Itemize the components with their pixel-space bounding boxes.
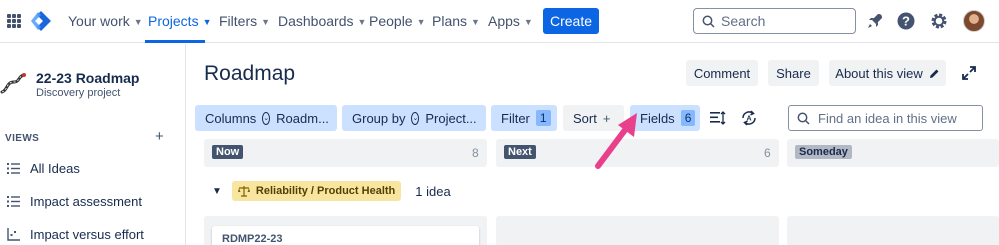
filter-label: Filter <box>501 110 530 126</box>
idea-search-placeholder: Find an idea in this view <box>818 110 957 126</box>
sidebar-view-label: Impact assessment <box>30 194 142 209</box>
chevron-down-icon[interactable]: ▼ <box>212 186 222 197</box>
global-search-placeholder: Search <box>721 13 766 29</box>
chevron-down-icon: ▼ <box>357 16 367 27</box>
search-icon <box>797 112 810 125</box>
column-count: 6 <box>764 146 771 160</box>
sidebar-view-impact-versus-effort[interactable]: Impact versus effort <box>7 227 144 242</box>
chevron-circle-icon: ⌄ <box>262 111 271 125</box>
group-by-label: Group by <box>352 110 406 126</box>
group-row-reliability[interactable]: ▼ Reliability / Product Health 1 idea <box>212 181 451 201</box>
nav-dashboards[interactable]: Dashboards ▼ <box>278 13 366 29</box>
list-icon <box>7 163 20 174</box>
group-lozenge: Reliability / Product Health <box>231 181 402 201</box>
nav-dashboards-label: Dashboards <box>278 13 354 29</box>
top-navigation: Your work ▼ Projects ▼ Filters ▼ Dashboa… <box>0 0 999 43</box>
column-label: Someday <box>795 145 852 159</box>
matrix-icon <box>7 228 20 241</box>
filter-count-badge: 1 <box>535 110 551 126</box>
nav-plans[interactable]: Plans ▼ <box>432 13 480 29</box>
comment-button-label: Comment <box>693 65 751 81</box>
jira-logo-icon[interactable] <box>30 10 52 32</box>
auto-sort-toggle[interactable]: A <box>737 106 761 130</box>
chevron-circle-icon: ⌄ <box>411 111 420 125</box>
nav-filters-label: Filters <box>219 13 258 29</box>
page-title: Roadmap <box>204 62 296 85</box>
chevron-down-icon: ▼ <box>416 16 426 27</box>
create-button[interactable]: Create <box>543 8 599 34</box>
views-heading: VIEWS <box>5 133 40 144</box>
idea-card[interactable]: RDMP22-23 <box>212 226 479 245</box>
annotation-arrow-icon <box>595 113 637 169</box>
user-avatar[interactable] <box>963 10 985 32</box>
column-header-now[interactable]: Now 8 <box>204 139 487 167</box>
global-search-input[interactable]: Search <box>693 8 856 34</box>
comment-button[interactable]: Comment <box>686 60 758 86</box>
fields-count-badge: 6 <box>680 110 696 126</box>
about-this-view-button[interactable]: About this view <box>829 60 946 86</box>
add-view-button[interactable]: + <box>155 128 164 145</box>
share-button-label: Share <box>776 65 811 81</box>
columns-value: Roadm... <box>276 110 329 126</box>
pencil-icon <box>929 69 939 78</box>
settings-gear-icon[interactable] <box>929 11 949 31</box>
nav-filters[interactable]: Filters ▼ <box>219 13 270 29</box>
chevron-down-icon: ▼ <box>471 16 480 27</box>
filter-button[interactable]: Filter 1 <box>491 105 557 131</box>
sidebar-view-label: All Ideas <box>30 161 80 176</box>
group-label: Reliability / Product Health <box>255 185 396 197</box>
svg-text:?: ? <box>902 14 910 29</box>
sidebar-view-all-ideas[interactable]: All Ideas <box>7 161 80 176</box>
chevron-down-icon: ▼ <box>133 16 143 27</box>
scales-icon <box>237 185 250 197</box>
row-height-icon <box>710 111 726 125</box>
project-type: Discovery project <box>36 87 121 99</box>
app-switcher-icon[interactable] <box>7 14 21 28</box>
nav-your-work-label: Your work <box>68 13 130 29</box>
chevron-down-icon: ▼ <box>523 16 533 27</box>
idea-card-key: RDMP22-23 <box>222 233 283 245</box>
row-density-toggle[interactable] <box>706 106 730 130</box>
idea-search-input[interactable]: Find an idea in this view <box>788 105 983 131</box>
svg-text:A: A <box>746 116 751 123</box>
nav-people[interactable]: People ▼ <box>369 13 426 29</box>
column-label: Next <box>504 145 536 159</box>
column-label: Now <box>212 145 244 159</box>
nav-apps-label: Apps <box>488 13 520 29</box>
lane-someday <box>787 216 999 245</box>
column-count: 8 <box>472 146 479 160</box>
active-nav-indicator <box>145 40 205 43</box>
fields-label: Fields <box>640 110 675 126</box>
columns-label: Columns <box>205 110 257 126</box>
column-header-someday[interactable]: Someday <box>787 139 999 167</box>
nav-apps[interactable]: Apps ▼ <box>488 13 533 29</box>
nav-people-label: People <box>369 13 413 29</box>
lane-next <box>496 216 779 245</box>
share-button[interactable]: Share <box>768 60 819 86</box>
project-avatar-icon <box>0 73 26 94</box>
help-icon[interactable]: ? <box>896 11 916 31</box>
project-sidebar: 22-23 Roadmap Discovery project VIEWS + … <box>0 44 186 245</box>
chevron-down-icon: ▼ <box>261 16 271 27</box>
refresh-sort-icon: A <box>742 110 756 126</box>
project-name[interactable]: 22-23 Roadmap <box>36 70 139 86</box>
fullscreen-expand-icon[interactable] <box>961 65 977 81</box>
sidebar-view-impact-assessment[interactable]: Impact assessment <box>7 194 142 209</box>
nav-projects[interactable]: Projects ▼ <box>148 13 212 29</box>
group-by-value: Project... <box>425 110 477 126</box>
notifications-rocket-icon[interactable] <box>865 11 885 31</box>
nav-projects-label: Projects <box>148 13 199 29</box>
about-button-label: About this view <box>835 65 923 81</box>
nav-plans-label: Plans <box>432 13 468 29</box>
group-count: 1 idea <box>415 183 451 199</box>
columns-button[interactable]: Columns ⌄ Roadm... <box>195 105 337 131</box>
chevron-down-icon: ▼ <box>202 16 212 27</box>
sidebar-view-label: Impact versus effort <box>30 227 144 242</box>
nav-your-work[interactable]: Your work ▼ <box>68 13 143 29</box>
group-by-button[interactable]: Group by ⌄ Project... <box>342 105 486 131</box>
search-icon <box>702 15 715 28</box>
list-icon <box>7 196 20 207</box>
